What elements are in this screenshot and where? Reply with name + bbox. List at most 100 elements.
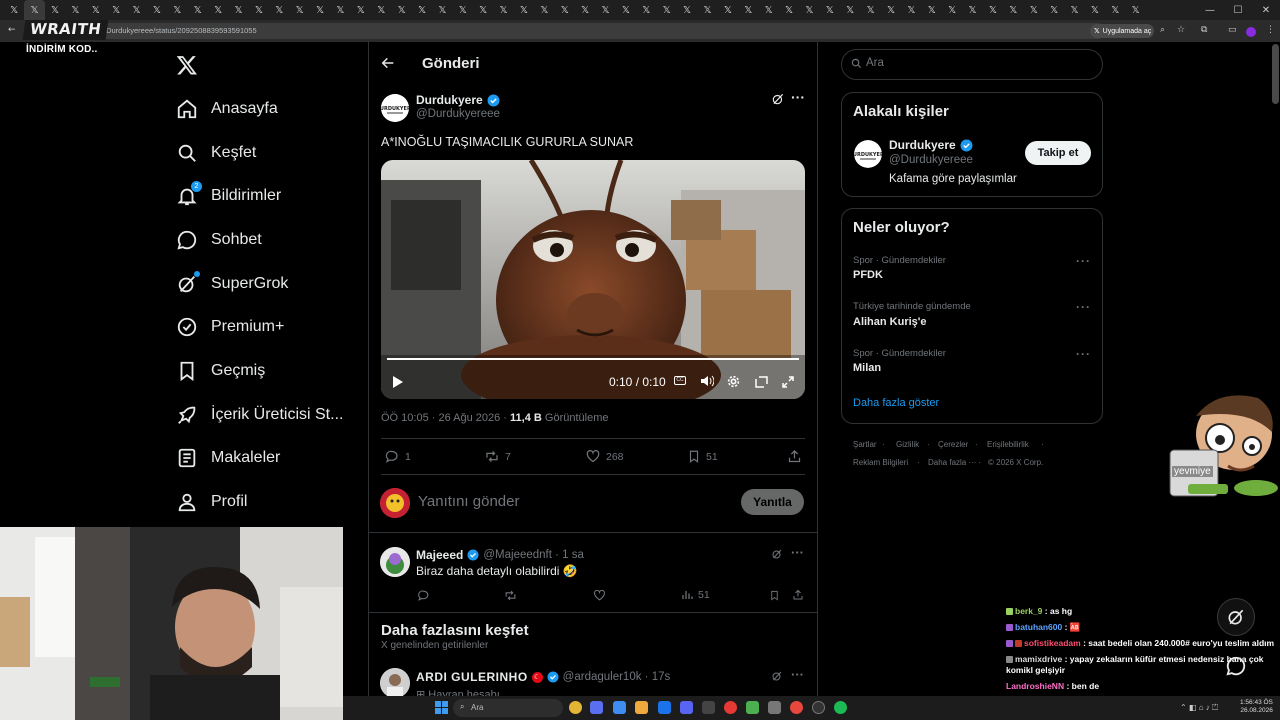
nav-item-supergrok[interactable]: SuperGrok bbox=[176, 262, 361, 306]
browser-tab[interactable]: 𝕏 bbox=[208, 0, 228, 20]
video-player[interactable] bbox=[381, 160, 805, 399]
chrome-taskbar-icon[interactable] bbox=[569, 701, 582, 714]
browser-tab[interactable]: 𝕏 bbox=[432, 0, 452, 20]
browser-tab[interactable]: 𝕏 bbox=[575, 0, 595, 20]
browser-tab[interactable]: 𝕏 bbox=[45, 0, 65, 20]
discover-author[interactable]: ARDI GULERINHO ☾ @ardaguler10k · 17s bbox=[416, 670, 670, 684]
browser-tab[interactable]: 𝕏 bbox=[330, 0, 350, 20]
trend-more-icon[interactable]: ··· bbox=[1076, 347, 1091, 361]
comment-share-button[interactable] bbox=[792, 589, 804, 601]
app-taskbar-icon[interactable] bbox=[724, 701, 737, 714]
footer-link[interactable]: Çerezler bbox=[938, 440, 968, 449]
comment-bookmark-button[interactable] bbox=[769, 589, 780, 602]
comment-repost-button[interactable] bbox=[504, 589, 517, 602]
trend-more-icon[interactable]: ··· bbox=[1076, 300, 1091, 314]
browser-tab[interactable]: 𝕏 bbox=[697, 0, 717, 20]
browser-tab[interactable]: 𝕏 bbox=[351, 0, 371, 20]
search-input[interactable]: Ara bbox=[866, 57, 884, 69]
browser-tab[interactable]: 𝕏 bbox=[106, 0, 126, 20]
app-taskbar-icon[interactable] bbox=[702, 701, 715, 714]
browser-tab[interactable]: 𝕏 bbox=[249, 0, 269, 20]
more-options-icon[interactable]: ··· bbox=[791, 667, 804, 682]
browser-tab[interactable]: 𝕏 bbox=[86, 0, 106, 20]
comment-views-button[interactable]: 51 bbox=[681, 589, 710, 601]
grok-explain-icon[interactable] bbox=[771, 92, 785, 106]
browser-tab[interactable]: 𝕏 bbox=[657, 0, 677, 20]
grok-explain-icon[interactable] bbox=[771, 548, 783, 560]
trend-name[interactable]: Alihan Kuriş'e bbox=[853, 316, 927, 328]
spotify-taskbar-icon[interactable] bbox=[834, 701, 847, 714]
browser-tab[interactable]: 𝕏 bbox=[514, 0, 534, 20]
browser-tab[interactable]: 𝕏 bbox=[1125, 0, 1145, 20]
browser-tab[interactable]: 𝕏 bbox=[738, 0, 758, 20]
reply-submit-button[interactable]: Yanıtla bbox=[741, 489, 804, 515]
browser-tab[interactable]: 𝕏 bbox=[636, 0, 656, 20]
author-avatar[interactable]: DURDUKYERE bbox=[381, 94, 409, 122]
browser-tab[interactable]: 𝕏 bbox=[616, 0, 636, 20]
page-scrollbar[interactable] bbox=[1272, 44, 1279, 104]
minimize-button[interactable]: — bbox=[1196, 0, 1224, 20]
open-in-app-button[interactable]: 𝕏 Uygulamada aç bbox=[1090, 24, 1154, 38]
commenter-avatar[interactable] bbox=[380, 547, 410, 577]
cast-icon[interactable]: ▭ bbox=[1228, 25, 1237, 35]
browser-tab[interactable]: 𝕏 bbox=[840, 0, 860, 20]
nav-item-creator-studio[interactable]: İçerik Üreticisi St... bbox=[176, 393, 361, 437]
browser-tab[interactable]: 𝕏 bbox=[1024, 0, 1044, 20]
browser-tab[interactable]: 𝕏 bbox=[65, 0, 85, 20]
messages-fab-button[interactable] bbox=[1217, 647, 1255, 685]
comment-like-button[interactable] bbox=[593, 589, 606, 602]
my-avatar[interactable] bbox=[380, 488, 410, 518]
footer-link[interactable]: Reklam Bilgileri bbox=[853, 458, 908, 467]
browser-tab[interactable]: 𝕏 bbox=[371, 0, 391, 20]
browser-tab[interactable]: 𝕏 bbox=[942, 0, 962, 20]
browser-tab[interactable]: 𝕏 bbox=[758, 0, 778, 20]
taskbar-search[interactable]: Ara bbox=[453, 699, 563, 717]
browser-tab[interactable]: 𝕏 bbox=[412, 0, 432, 20]
more-options-icon[interactable]: ··· bbox=[791, 89, 805, 105]
repost-button[interactable]: 7 bbox=[484, 449, 511, 464]
commenter-name[interactable]: Majeeed @Majeeednft · 1 sa bbox=[416, 548, 584, 562]
nav-item-home[interactable]: Anasayfa bbox=[176, 87, 361, 131]
app-taskbar-icon[interactable] bbox=[746, 701, 759, 714]
footer-link[interactable]: Şartlar bbox=[853, 440, 877, 449]
browser-tab[interactable]: 𝕏 bbox=[820, 0, 840, 20]
nav-item-notifications[interactable]: 2 Bildirimler bbox=[176, 174, 361, 218]
nav-item-profile[interactable]: Profil bbox=[176, 480, 361, 524]
more-options-icon[interactable]: ··· bbox=[791, 545, 804, 560]
url-text[interactable]: x.com/Durdukyereee/status/20925088395935… bbox=[84, 26, 257, 35]
browser-tab[interactable]: 𝕏 bbox=[901, 0, 921, 20]
browser-tab[interactable]: 𝕏 bbox=[289, 0, 309, 20]
back-arrow-icon[interactable] bbox=[380, 55, 396, 71]
browser-tab[interactable]: 𝕏 bbox=[962, 0, 982, 20]
related-handle[interactable]: @Durdukyereee bbox=[889, 154, 973, 166]
reply-button[interactable]: 1 bbox=[384, 449, 411, 464]
browser-tab[interactable]: 𝕏 bbox=[453, 0, 473, 20]
browser-tab[interactable]: 𝕏 bbox=[595, 0, 615, 20]
browser-tab[interactable]: 𝕏 bbox=[1003, 0, 1023, 20]
close-window-button[interactable]: ✕ bbox=[1252, 0, 1280, 20]
menu-icon[interactable]: ⋮ bbox=[1266, 25, 1275, 35]
zoom-icon[interactable]: ⌕ bbox=[1160, 25, 1165, 35]
trend-name[interactable]: PFDK bbox=[853, 269, 883, 281]
obs-taskbar-icon[interactable] bbox=[812, 701, 825, 714]
browser-tab[interactable]: 𝕏 bbox=[493, 0, 513, 20]
comment-reply-button[interactable] bbox=[417, 589, 430, 602]
follow-button[interactable]: Takip et bbox=[1025, 141, 1091, 165]
footer-link[interactable]: Daha fazla ··· bbox=[928, 458, 976, 467]
windows-start-icon[interactable] bbox=[435, 701, 448, 714]
back-nav-icon[interactable]: ← bbox=[8, 25, 16, 35]
browser-tab-active[interactable]: 𝕏 bbox=[24, 0, 45, 20]
browser-tab[interactable]: 𝕏 bbox=[881, 0, 901, 20]
maximize-button[interactable]: ☐ bbox=[1224, 0, 1252, 20]
taskbar-clock[interactable]: 1:56:43 ÖS 26.08.2026 bbox=[1240, 699, 1273, 715]
browser-tab[interactable]: 𝕏 bbox=[983, 0, 1003, 20]
nav-item-chat[interactable]: Sohbet bbox=[176, 218, 361, 262]
pip-icon[interactable] bbox=[755, 376, 768, 388]
app-taskbar-icon[interactable] bbox=[768, 701, 781, 714]
trend-name[interactable]: Milan bbox=[853, 362, 881, 374]
nav-item-articles[interactable]: Makaleler bbox=[176, 437, 361, 481]
browser-tab[interactable]: 𝕏 bbox=[799, 0, 819, 20]
bookmark-button[interactable]: 51 bbox=[687, 449, 718, 464]
settings-gear-icon[interactable] bbox=[727, 375, 740, 388]
related-avatar[interactable]: DURDUKYERE bbox=[854, 140, 882, 168]
